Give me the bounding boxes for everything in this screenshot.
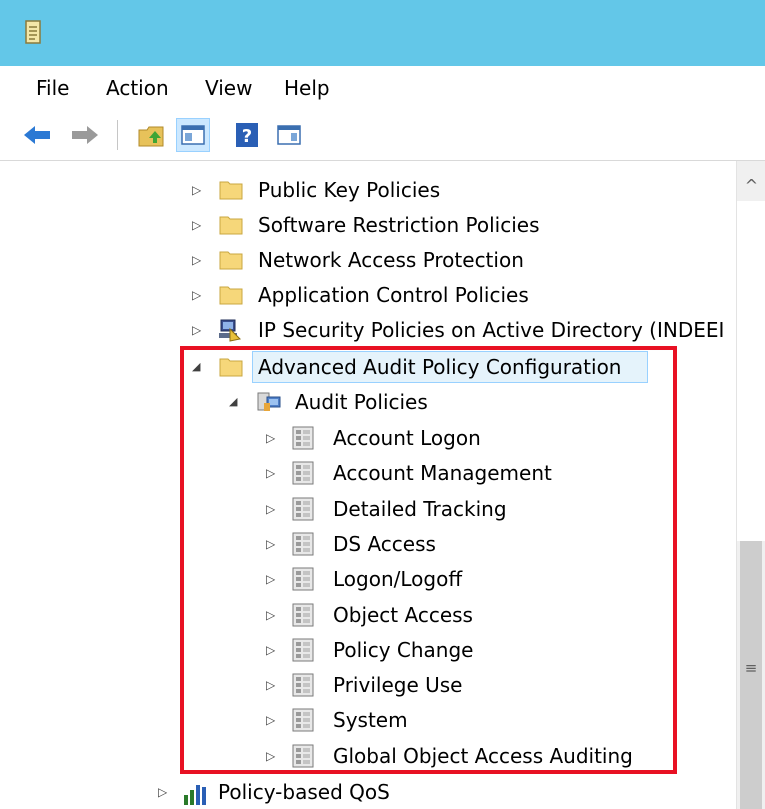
scroll-track[interactable]: [737, 201, 765, 541]
expand-arrow-icon[interactable]: ▷: [192, 323, 204, 337]
scroll-up-arrow-icon[interactable]: ^: [737, 176, 765, 196]
tree-node-audit-category[interactable]: ▷ Logon/Logoff: [0, 562, 736, 596]
expand-arrow-icon[interactable]: ▷: [266, 608, 278, 622]
tree-node-audit-category[interactable]: ▷ Account Logon: [0, 421, 736, 455]
folder-icon: [219, 286, 243, 305]
audit-category-icon: [292, 744, 314, 768]
tree-node-policy-based-qos[interactable]: ▷ Policy-based QoS: [0, 775, 736, 809]
audit-category-icon: [292, 673, 314, 697]
policy-editor-app-icon: [25, 20, 41, 44]
tree-node-label: DS Access: [333, 531, 436, 556]
tree-node-label: Privilege Use: [333, 673, 463, 698]
tree-node-label: Policy Change: [333, 637, 474, 662]
audit-category-icon: [292, 567, 314, 591]
show-hide-tree-button[interactable]: [176, 118, 210, 152]
expand-arrow-icon[interactable]: ▷: [266, 643, 278, 657]
title-bar: [0, 0, 765, 66]
folder-icon: [219, 251, 243, 270]
audit-category-icon: [292, 497, 314, 521]
back-arrow-icon[interactable]: [20, 118, 54, 152]
expand-arrow-icon[interactable]: ▷: [266, 678, 278, 692]
tree-node-audit-category[interactable]: ▷ Detailed Tracking: [0, 492, 736, 526]
expand-arrow-icon[interactable]: ▷: [158, 785, 170, 799]
tree-node-label: Detailed Tracking: [333, 496, 507, 521]
expand-arrow-icon[interactable]: ▷: [266, 431, 278, 445]
menu-bar: File Action View Help: [0, 66, 765, 110]
tree-node-audit-category[interactable]: ▷ Global Object Access Auditing: [0, 739, 736, 773]
tree-node-label: Public Key Policies: [258, 178, 441, 202]
expand-arrow-icon[interactable]: ▷: [266, 502, 278, 516]
menu-help[interactable]: Help: [284, 76, 330, 100]
tree-node-advanced-audit-policy-configuration[interactable]: ◢ Advanced Audit Policy Configuration: [0, 350, 736, 384]
tree-node-audit-category[interactable]: ▷ Policy Change: [0, 633, 736, 667]
expand-arrow-icon[interactable]: ▷: [192, 288, 204, 302]
menu-file[interactable]: File: [36, 76, 69, 100]
expand-arrow-icon[interactable]: ▷: [266, 572, 278, 586]
tree-node-audit-category[interactable]: ▷ System: [0, 703, 736, 737]
qos-bar-chart-icon: [184, 785, 206, 805]
tree-node-label: Application Control Policies: [258, 283, 529, 307]
vertical-scrollbar[interactable]: ^ ≡: [736, 161, 765, 809]
tree-node-public-key-policies[interactable]: ▷ Public Key Policies: [0, 173, 736, 207]
collapse-arrow-icon[interactable]: ◢: [229, 395, 241, 409]
tree-node-label: Account Management: [333, 461, 552, 486]
show-hide-tree-icon: [181, 125, 205, 145]
audit-category-icon: [292, 461, 314, 485]
up-folder-icon[interactable]: [135, 118, 169, 152]
menu-action[interactable]: Action: [106, 76, 169, 100]
tree-node-audit-category[interactable]: ▷ Account Management: [0, 456, 736, 490]
audit-category-icon: [292, 426, 314, 450]
expand-arrow-icon[interactable]: ▷: [266, 466, 278, 480]
tree-node-label: Account Logon: [333, 426, 481, 450]
folder-icon: [219, 181, 243, 200]
toolbar-separator: [117, 120, 118, 150]
toolbar: ?: [0, 110, 765, 161]
tree-node-network-access-protection[interactable]: ▷ Network Access Protection: [0, 243, 736, 277]
help-icon[interactable]: ?: [230, 118, 264, 152]
expand-arrow-icon[interactable]: ▷: [192, 183, 204, 197]
scroll-thumb[interactable]: ≡: [740, 541, 762, 809]
menu-view[interactable]: View: [205, 76, 252, 100]
forward-arrow-icon[interactable]: [68, 118, 102, 152]
audit-category-icon: [292, 708, 314, 732]
tree-node-label: Software Restriction Policies: [258, 213, 540, 237]
tree-node-application-control-policies[interactable]: ▷ Application Control Policies: [0, 278, 736, 312]
tree-node-audit-category[interactable]: ▷ Privilege Use: [0, 668, 736, 702]
audit-category-icon: [292, 532, 314, 556]
audit-policies-icon: [257, 392, 281, 411]
tree-node-label: Global Object Access Auditing: [333, 743, 633, 768]
expand-arrow-icon[interactable]: ▷: [266, 749, 278, 763]
tree-node-label: Advanced Audit Policy Configuration: [258, 355, 622, 379]
expand-arrow-icon[interactable]: ▷: [266, 537, 278, 551]
folder-icon: [219, 358, 243, 377]
tree-node-label: Network Access Protection: [258, 248, 524, 272]
tree-node-audit-category[interactable]: ▷ Object Access: [0, 598, 736, 632]
tree-node-audit-category[interactable]: ▷ DS Access: [0, 527, 736, 561]
tree-node-label: System: [333, 708, 408, 733]
svg-text:?: ?: [242, 126, 252, 147]
tree-node-label: Policy-based QoS: [218, 780, 390, 804]
expand-arrow-icon[interactable]: ▷: [192, 253, 204, 267]
ip-security-computer-icon: [219, 319, 242, 342]
tree-node-label: Audit Policies: [295, 390, 428, 414]
audit-category-icon: [292, 603, 314, 626]
tree-node-label: Logon/Logoff: [333, 567, 463, 592]
tree-node-ip-security-policies[interactable]: ▷ IP Security Policies on Active Directo…: [0, 313, 736, 347]
collapse-arrow-icon[interactable]: ◢: [192, 360, 204, 374]
tree-node-software-restriction-policies[interactable]: ▷ Software Restriction Policies: [0, 208, 736, 242]
expand-arrow-icon[interactable]: ▷: [192, 218, 204, 232]
tree-node-audit-policies[interactable]: ◢ Audit Policies: [0, 385, 736, 419]
expand-arrow-icon[interactable]: ▷: [266, 713, 278, 727]
scroll-grip-icon: ≡: [744, 659, 758, 677]
folder-icon: [219, 216, 243, 235]
audit-category-icon: [292, 638, 314, 662]
tree-node-label: IP Security Policies on Active Directory…: [258, 318, 725, 342]
action-pane-icon[interactable]: [272, 118, 306, 152]
tree-node-label: Object Access: [333, 602, 473, 627]
